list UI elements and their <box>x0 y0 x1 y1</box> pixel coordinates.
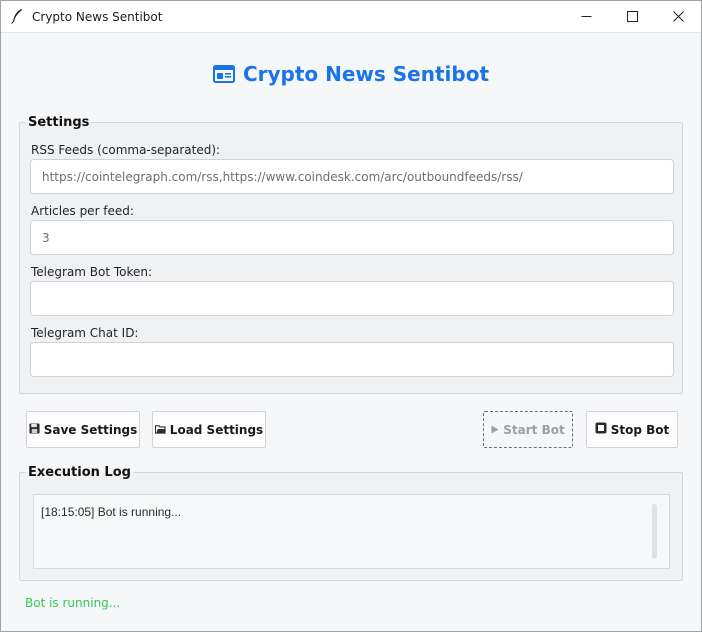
close-icon <box>672 11 684 22</box>
log-scrollbar[interactable] <box>652 504 657 559</box>
title-bar[interactable]: Crypto News Sentibot <box>1 1 701 33</box>
rss-feeds-input[interactable] <box>30 159 674 194</box>
rss-feeds-label: RSS Feeds (comma-separated): <box>31 143 221 157</box>
save-settings-label: Save Settings <box>43 422 138 437</box>
maximize-icon <box>626 11 638 22</box>
log-line: [18:15:05] Bot is running... <box>41 505 182 519</box>
status-text: Bot is running... <box>25 596 121 610</box>
page-title: Crypto News Sentibot <box>242 62 490 86</box>
articles-per-feed-label: Articles per feed: <box>31 204 134 218</box>
stop-bot-button[interactable]: Stop Bot <box>586 411 678 448</box>
chat-id-label: Telegram Chat ID: <box>31 326 139 340</box>
floppy-disk-icon <box>29 422 40 437</box>
play-icon <box>491 423 499 437</box>
start-bot-button[interactable]: Start Bot <box>483 411 573 448</box>
close-button[interactable] <box>655 1 701 32</box>
bot-token-input[interactable] <box>30 281 674 316</box>
maximize-button[interactable] <box>609 1 655 32</box>
window-title: Crypto News Sentibot <box>32 10 163 24</box>
stop-bot-label: Stop Bot <box>610 422 670 437</box>
feather-icon <box>10 8 24 24</box>
bot-token-label: Telegram Bot Token: <box>31 265 153 279</box>
settings-legend: Settings <box>28 115 90 130</box>
load-settings-button[interactable]: Load Settings <box>152 411 266 448</box>
folder-open-icon <box>154 423 166 437</box>
minimize-button[interactable] <box>563 1 609 32</box>
app-header: Crypto News Sentibot <box>1 62 701 86</box>
stop-icon <box>595 422 607 437</box>
start-bot-label: Start Bot <box>503 422 565 437</box>
chat-id-input[interactable] <box>30 342 674 377</box>
load-settings-label: Load Settings <box>169 422 264 437</box>
newspaper-icon <box>212 64 235 83</box>
execution-log-legend: Execution Log <box>28 465 131 480</box>
save-settings-button[interactable]: Save Settings <box>26 411 140 448</box>
minimize-icon <box>581 16 591 17</box>
execution-log-textarea[interactable]: [18:15:05] Bot is running... <box>33 494 670 569</box>
articles-per-feed-input[interactable] <box>30 220 674 255</box>
app-window: Crypto News Sentibot Crypto News Sentibo… <box>0 0 702 632</box>
